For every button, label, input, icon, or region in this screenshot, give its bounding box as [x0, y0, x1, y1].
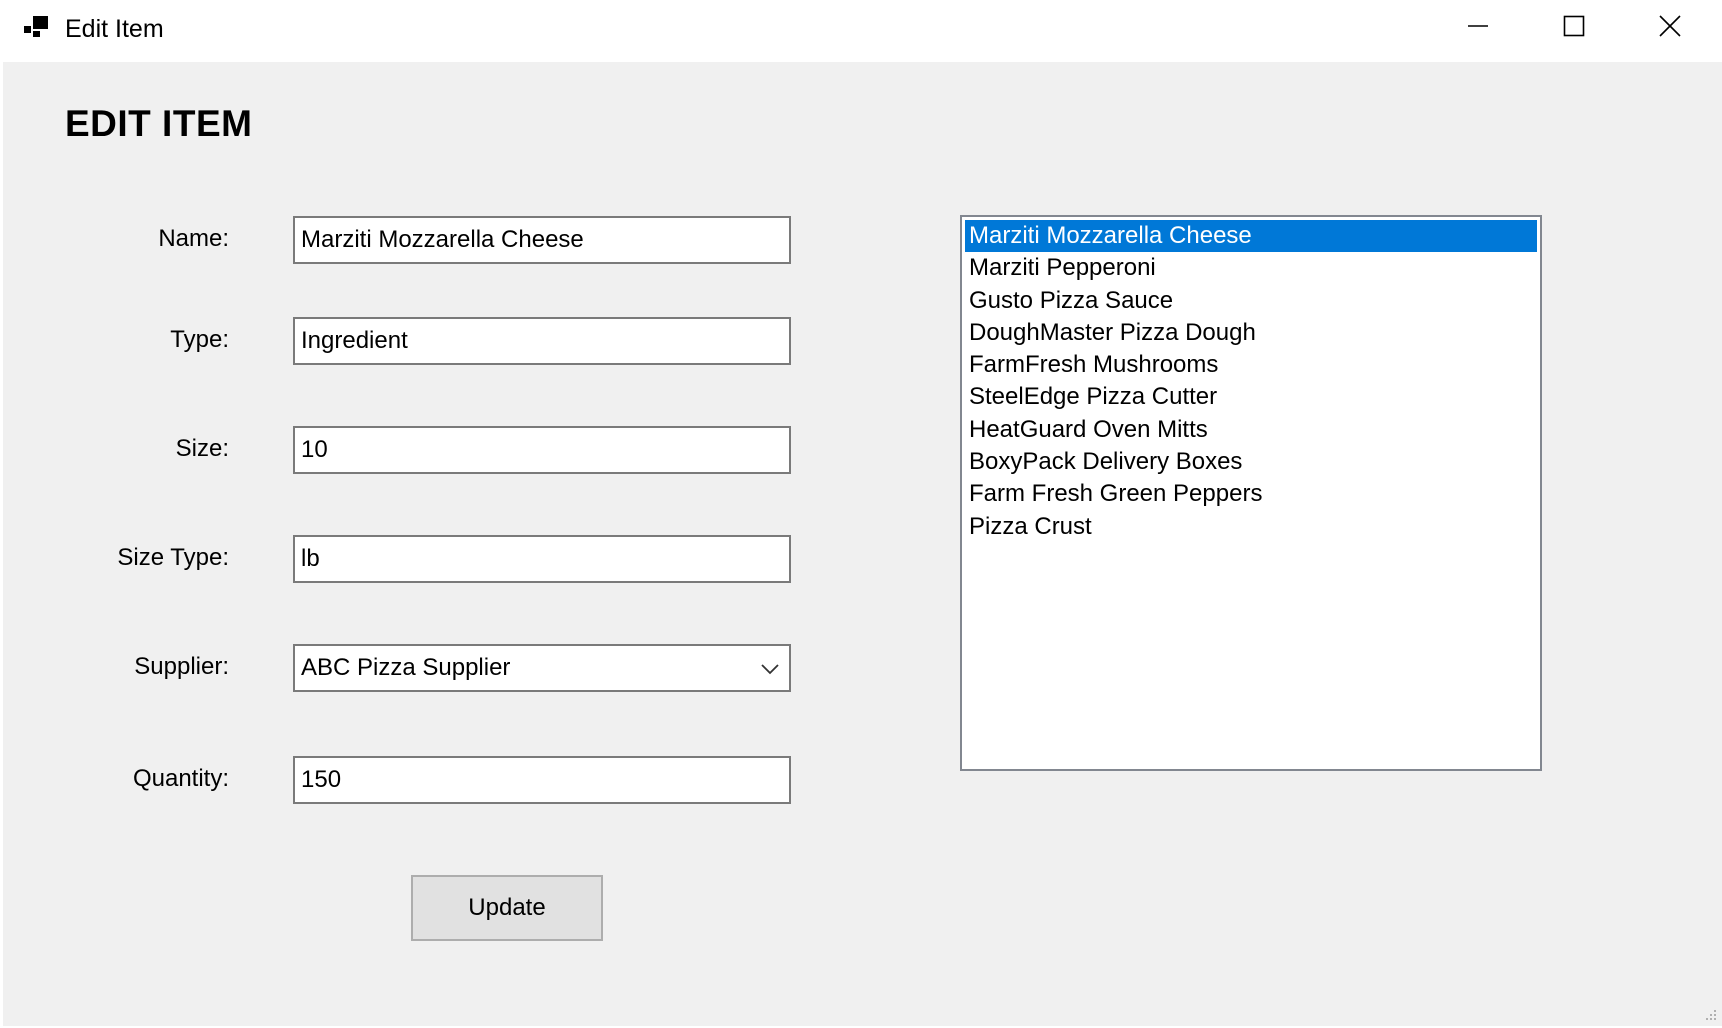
page-title: EDIT ITEM [65, 103, 253, 144]
window-title: Edit Item [65, 15, 164, 43]
quantity-field[interactable] [293, 756, 791, 804]
size-type-label: Size Type: [117, 544, 229, 571]
type-label: Type: [170, 326, 229, 353]
size-field[interactable] [293, 426, 791, 474]
supplier-label: Supplier: [134, 653, 229, 680]
quantity-label: Quantity: [132, 765, 229, 792]
list-item[interactable]: Gusto Pizza Sauce [965, 285, 1537, 317]
list-item[interactable]: BoxyPack Delivery Boxes [965, 446, 1537, 478]
maximize-button[interactable] [1526, 0, 1622, 56]
resize-grip-icon[interactable] [1702, 1006, 1718, 1022]
form-client-area: EDIT ITEM Name: Type: Size: Size Type: S… [3, 62, 1722, 1026]
update-button[interactable]: Update [411, 875, 603, 941]
size-type-field[interactable] [293, 535, 791, 583]
list-item[interactable]: Marziti Mozzarella Cheese [965, 220, 1537, 253]
edit-item-window: Edit Item EDIT ITEM Name: Type: Size: [0, 0, 1722, 1028]
size-label: Size: [175, 435, 229, 462]
close-icon [1659, 14, 1681, 42]
app-window-icon [24, 16, 50, 38]
maximize-icon [1563, 15, 1585, 42]
list-item[interactable]: Pizza Crust [965, 511, 1537, 543]
list-item[interactable]: SteelEdge Pizza Cutter [965, 381, 1537, 413]
list-item[interactable]: Marziti Pepperoni [965, 252, 1537, 284]
list-item[interactable]: Farm Fresh Green Peppers [965, 478, 1537, 510]
supplier-selected-value: ABC Pizza Supplier [301, 654, 511, 681]
type-field[interactable] [293, 317, 791, 365]
close-button[interactable] [1622, 0, 1718, 56]
supplier-dropdown[interactable]: ABC Pizza Supplier [293, 644, 791, 692]
minimize-button[interactable] [1430, 0, 1526, 56]
minimize-icon [1467, 15, 1489, 42]
chevron-down-icon[interactable] [759, 658, 781, 680]
list-item[interactable]: FarmFresh Mushrooms [965, 349, 1537, 381]
name-label: Name: [158, 225, 229, 252]
name-field[interactable] [293, 216, 791, 264]
item-listbox[interactable]: Marziti Mozzarella Cheese Marziti Pepper… [960, 215, 1542, 771]
title-bar[interactable]: Edit Item [0, 0, 1722, 62]
list-item[interactable]: HeatGuard Oven Mitts [965, 414, 1537, 446]
list-item[interactable]: DoughMaster Pizza Dough [965, 317, 1537, 349]
